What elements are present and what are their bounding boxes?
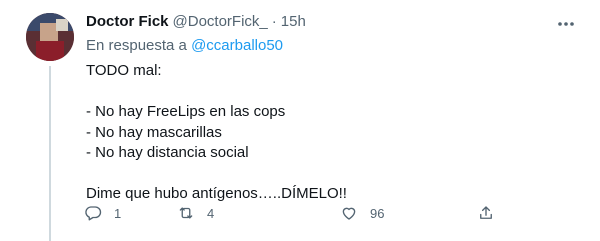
heart-icon	[342, 207, 356, 220]
tweet-line	[86, 82, 586, 103]
tweet[interactable]: Doctor Fick @DoctorFick_ · 15h En respue…	[0, 0, 600, 241]
more-dots-icon	[558, 22, 574, 26]
avatar[interactable]	[26, 13, 74, 61]
tweet-line: TODO mal:	[86, 62, 162, 79]
tweet-content: Doctor Fick @DoctorFick_ · 15h En respue…	[86, 13, 586, 205]
author-handle[interactable]: @DoctorFick_	[173, 13, 268, 30]
tweet-actions: 1 4 96	[80, 204, 510, 228]
author-name[interactable]: Doctor Fick	[86, 13, 169, 30]
retweet-button[interactable]: 4	[177, 204, 214, 222]
avatar-image	[26, 13, 74, 61]
more-options-button[interactable]	[552, 14, 580, 34]
reply-context: En respuesta a @ccarballo50	[86, 37, 586, 59]
reply-count: 1	[114, 205, 122, 221]
tweet-header: Doctor Fick @DoctorFick_ · 15h	[86, 13, 586, 35]
like-button[interactable]: 96	[340, 204, 384, 222]
share-icon	[480, 206, 492, 219]
tweet-line: - No hay distancia social	[86, 144, 249, 161]
tweet-text: TODO mal: - No hay FreeLips en las cops …	[86, 61, 586, 205]
reply-button[interactable]: 1	[84, 204, 121, 222]
tweet-timestamp[interactable]: 15h	[281, 13, 306, 30]
share-button[interactable]	[477, 204, 495, 222]
separator-dot: ·	[271, 13, 277, 30]
reply-mention-link[interactable]: @ccarballo50	[191, 37, 283, 54]
reply-icon	[85, 206, 102, 221]
tweet-line: - No hay mascarillas	[86, 123, 222, 141]
tweet-line	[86, 164, 586, 185]
retweet-icon	[179, 207, 193, 219]
thread-line	[49, 66, 51, 241]
reply-prefix: En respuesta a	[86, 37, 187, 54]
retweet-count: 4	[207, 205, 215, 221]
like-count: 96	[370, 205, 385, 221]
tweet-line: - No hay FreeLips en las cops	[86, 103, 286, 120]
tweet-line: Dime que hubo antígenos…..DÍMELO!!	[86, 185, 347, 202]
